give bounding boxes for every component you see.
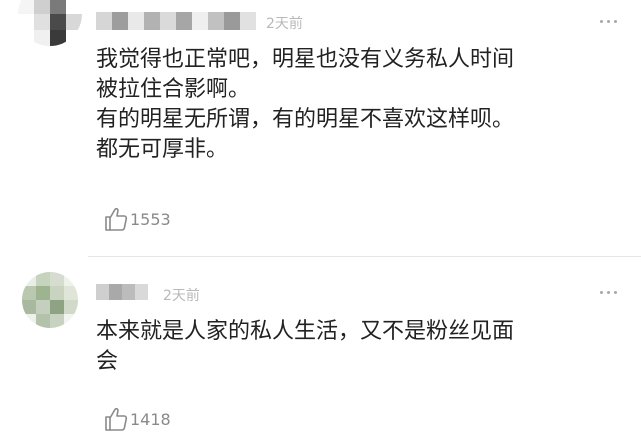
more-dots-icon[interactable] [600, 20, 617, 23]
username-blurred[interactable] [96, 12, 256, 30]
avatar[interactable] [22, 272, 78, 328]
comment-text: 本来就是人家的私人生活，又不是粉丝见面 会 [96, 317, 613, 377]
mosaic-cell [34, 14, 50, 30]
avatar[interactable] [18, 0, 82, 46]
mosaic-cell [96, 284, 109, 300]
mosaic-cell [144, 12, 160, 30]
comment-text-line: 都无可厚非。 [96, 137, 229, 162]
mosaic-cell [50, 14, 66, 30]
mosaic-cell [135, 284, 148, 300]
mosaic-cell [36, 286, 50, 300]
comment-time: 2天前 [266, 16, 303, 32]
mosaic-cell [64, 300, 78, 314]
mosaic-cell [96, 12, 112, 30]
mosaic-cell [66, 30, 82, 46]
mosaic-cell [66, 0, 82, 14]
comment-item: 2天前 本来就是人家的私人生活，又不是粉丝见面 会 1418 [0, 260, 641, 443]
comment-text: 我觉得也正常吧，明星也没有义务私人时间 被拉住合影啊。 有的明星无所谓，有的明星… [96, 45, 613, 165]
mosaic-cell [122, 284, 135, 300]
mosaic-cell [34, 30, 50, 46]
comment-text-line: 本来就是人家的私人生活，又不是粉丝见面 [96, 319, 515, 344]
mosaic-cell [64, 272, 78, 286]
mosaic-cell [22, 314, 36, 328]
more-dots-icon[interactable] [600, 291, 617, 294]
comment-item: 2天前 我觉得也正常吧，明星也没有义务私人时间 被拉住合影啊。 有的明星无所谓，… [0, 0, 641, 258]
like-button[interactable]: 1418 [104, 406, 171, 432]
mosaic-cell [50, 272, 64, 286]
like-count: 1418 [130, 409, 171, 429]
comment-text-line: 被拉住合影啊。 [96, 77, 251, 102]
mosaic-cell [34, 0, 50, 14]
comment-text-line: 有的明星无所谓，有的明星不喜欢这样呗。 [96, 107, 515, 132]
mosaic-cell [66, 14, 82, 30]
mosaic-cell [208, 12, 224, 30]
mosaic-cell [64, 314, 78, 328]
mosaic-cell [128, 12, 144, 30]
comment-text-line: 我觉得也正常吧，明星也没有义务私人时间 [96, 47, 515, 72]
mosaic-cell [50, 286, 64, 300]
thumbs-up-icon [104, 406, 128, 432]
username-blurred[interactable] [96, 284, 148, 300]
mosaic-cell [22, 300, 36, 314]
mosaic-cell [18, 30, 34, 46]
mosaic-cell [22, 272, 36, 286]
like-count: 1553 [130, 209, 171, 229]
mosaic-cell [64, 286, 78, 300]
mosaic-cell [36, 272, 50, 286]
mosaic-cell [36, 300, 50, 314]
like-button[interactable]: 1553 [104, 206, 171, 232]
mosaic-cell [18, 0, 34, 14]
mosaic-cell [224, 12, 240, 30]
mosaic-cell [192, 12, 208, 30]
mosaic-cell [112, 12, 128, 30]
mosaic-cell [36, 314, 50, 328]
comment-feed: 2天前 我觉得也正常吧，明星也没有义务私人时间 被拉住合影啊。 有的明星无所谓，… [0, 0, 641, 443]
mosaic-cell [50, 30, 66, 46]
mosaic-cell [240, 12, 256, 30]
mosaic-cell [50, 300, 64, 314]
mosaic-cell [109, 284, 122, 300]
mosaic-cell [22, 286, 36, 300]
mosaic-cell [50, 314, 64, 328]
mosaic-cell [160, 12, 176, 30]
thumbs-up-icon [104, 206, 128, 232]
comment-time: 2天前 [163, 288, 200, 304]
mosaic-cell [18, 14, 34, 30]
mosaic-cell [176, 12, 192, 30]
comment-text-line: 会 [96, 349, 119, 374]
mosaic-cell [50, 0, 66, 14]
divider [88, 256, 641, 257]
